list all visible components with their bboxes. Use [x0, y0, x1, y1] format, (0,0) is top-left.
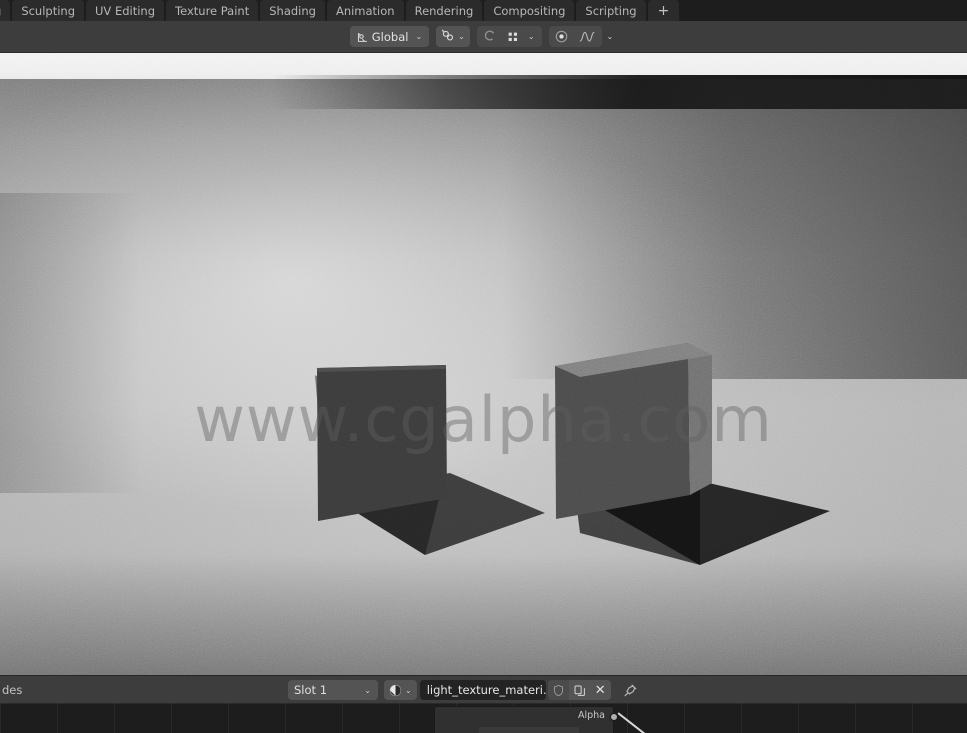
- material-controls: Slot 1 ⌄ ⌄ light_texture_materi... ✕: [288, 680, 641, 700]
- workspace-tab-scripting[interactable]: Scripting: [576, 0, 646, 21]
- workspace-tab-sculpting[interactable]: Sculpting: [12, 0, 85, 21]
- snap-magnet-icon: [441, 29, 456, 44]
- shading-material-icon: [579, 29, 597, 44]
- transform-orientation-dropdown[interactable]: Global ⌄: [349, 26, 430, 47]
- node-socket-label: Alpha: [577, 710, 605, 721]
- shader-node-canvas[interactable]: Alpha: [0, 703, 967, 733]
- blender-window: g Sculpting UV Editing Texture Paint Sha…: [0, 0, 967, 733]
- unlink-material-button[interactable]: ✕: [589, 680, 611, 700]
- slot-chevron-down-icon: ⌄: [364, 685, 371, 695]
- viewport-header-toolbar: Global ⌄ ⌄ ⌄ ⌄: [0, 21, 967, 53]
- chevron-down-icon: ⌄: [606, 32, 614, 41]
- material-slot-dropdown[interactable]: Slot 1 ⌄: [288, 680, 378, 700]
- chevron-down-icon: ⌄: [415, 32, 423, 41]
- shader-editor-header: des Slot 1 ⌄ ⌄ light_texture_materi... ✕: [0, 675, 967, 703]
- material-slot-label: Slot 1: [294, 683, 328, 697]
- proportional-edit-icon: [482, 29, 497, 44]
- orientation-global-icon: [355, 30, 369, 44]
- shading-overflow-chevron[interactable]: ⌄: [602, 26, 618, 47]
- cube-left[interactable]: [300, 293, 580, 583]
- snap-group: ⌄: [436, 26, 470, 47]
- fake-user-shield-button[interactable]: [547, 680, 569, 700]
- shading-solid-button[interactable]: [548, 26, 574, 47]
- duplicate-icon: [573, 684, 586, 697]
- workspace-tab-uv-editing[interactable]: UV Editing: [86, 0, 165, 21]
- snap-toggle-button[interactable]: ⌄: [436, 26, 470, 47]
- transform-orientation-value: Global: [371, 29, 409, 44]
- node-output-socket-alpha[interactable]: [610, 713, 618, 721]
- proportional-edit-toggle[interactable]: [476, 26, 502, 47]
- add-workspace-button[interactable]: +: [647, 0, 680, 21]
- shading-group: ⌄: [548, 26, 618, 47]
- close-x-icon: ✕: [594, 682, 606, 698]
- transform-orientation-group: Global ⌄: [349, 26, 430, 47]
- pin-icon: [623, 683, 638, 698]
- node-panel[interactable]: Alpha: [434, 706, 614, 733]
- proportional-falloff-dropdown[interactable]: ⌄: [523, 26, 542, 47]
- falloff-grid-icon: [506, 30, 520, 44]
- workspace-tab-bar: g Sculpting UV Editing Texture Paint Sha…: [0, 0, 967, 21]
- new-material-button[interactable]: [568, 680, 590, 700]
- viewport-ground-left-shade: [0, 193, 140, 493]
- shading-solid-icon: [554, 29, 569, 44]
- cube-right[interactable]: [540, 333, 850, 593]
- viewport-3d[interactable]: www.cgalpha.com: [0, 53, 967, 675]
- shader-editor-breadcrumb: des: [2, 682, 23, 697]
- node-inner-field[interactable]: [479, 727, 579, 733]
- material-sphere-icon: [388, 683, 403, 698]
- shading-material-button[interactable]: [573, 26, 602, 47]
- proportional-falloff-button[interactable]: [501, 26, 524, 47]
- workspace-tab-modeling[interactable]: g: [0, 0, 11, 21]
- falloff-chevron-down-icon: ⌄: [527, 32, 535, 41]
- material-name-field[interactable]: light_texture_materi...: [419, 680, 546, 700]
- proportional-editing-group: ⌄: [476, 26, 542, 47]
- workspace-tab-texture-paint[interactable]: Texture Paint: [166, 0, 259, 21]
- snap-chevron-down-icon: ⌄: [458, 32, 465, 41]
- workspace-tab-rendering[interactable]: Rendering: [405, 0, 483, 21]
- pin-button[interactable]: [620, 680, 641, 700]
- browse-material-chevron-down-icon: ⌄: [405, 685, 412, 695]
- browse-material-dropdown[interactable]: ⌄: [384, 680, 417, 700]
- workspace-tab-compositing[interactable]: Compositing: [484, 0, 575, 21]
- workspace-tab-shading[interactable]: Shading: [260, 0, 325, 21]
- shield-icon: [552, 684, 565, 697]
- workspace-tab-animation[interactable]: Animation: [326, 0, 404, 21]
